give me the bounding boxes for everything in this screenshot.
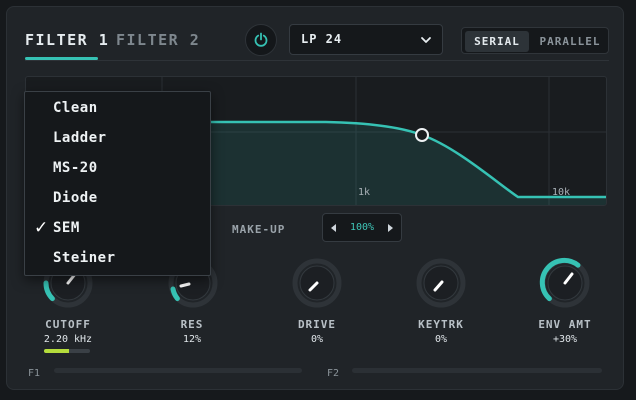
f1-label: F1 bbox=[28, 368, 41, 379]
envamt-value: +30% bbox=[552, 334, 578, 345]
cutoff-meter bbox=[44, 349, 90, 353]
routing-parallel-button[interactable]: PARALLEL bbox=[533, 31, 607, 52]
makeup-stepper[interactable]: 100% bbox=[322, 213, 402, 242]
menu-item-label: Diode bbox=[53, 190, 98, 206]
tab-filter-2[interactable]: FILTER 2 bbox=[116, 31, 200, 49]
cutoff-value: 2.20 kHz bbox=[43, 334, 93, 345]
f2-label: F2 bbox=[327, 368, 340, 379]
drive-label: DRIVE bbox=[297, 318, 337, 331]
routing-serial-button[interactable]: SERIAL bbox=[465, 31, 529, 52]
header-divider bbox=[25, 60, 609, 61]
res-label: RES bbox=[180, 318, 204, 331]
menu-item-label: MS-20 bbox=[53, 160, 98, 176]
makeup-label: MAKE-UP bbox=[232, 223, 286, 236]
menu-item-ladder[interactable]: Ladder bbox=[25, 124, 210, 154]
freq-label-10k: 10k bbox=[552, 187, 570, 198]
menu-item-clean[interactable]: Clean bbox=[25, 94, 210, 124]
cutoff-handle[interactable] bbox=[415, 128, 429, 142]
menu-item-label: SEM bbox=[53, 220, 80, 236]
f1-track[interactable] bbox=[54, 368, 302, 373]
power-icon bbox=[254, 32, 268, 47]
filter-model-menu: Clean Ladder MS-20 Diode ✓ SEM Steiner bbox=[24, 91, 211, 276]
menu-item-steiner[interactable]: Steiner bbox=[25, 244, 210, 274]
drive-knob[interactable] bbox=[290, 256, 344, 310]
routing-toggle: SERIAL PARALLEL bbox=[461, 27, 609, 54]
drive-value: 0% bbox=[310, 334, 324, 345]
menu-item-diode[interactable]: Diode bbox=[25, 184, 210, 214]
menu-item-label: Clean bbox=[53, 100, 98, 116]
checkmark-icon: ✓ bbox=[34, 218, 49, 238]
menu-item-label: Ladder bbox=[53, 130, 107, 146]
menu-item-label: Steiner bbox=[53, 250, 116, 266]
keytrk-value: 0% bbox=[434, 334, 448, 345]
cutoff-label: CUTOFF bbox=[45, 318, 91, 331]
chevron-down-icon bbox=[421, 37, 431, 43]
envamt-label: ENV AMT bbox=[538, 318, 592, 331]
increment-arrow-icon[interactable] bbox=[384, 222, 396, 234]
cutoff-meter-fill bbox=[44, 349, 70, 353]
tab-filter-1[interactable]: FILTER 1 bbox=[25, 31, 109, 49]
freq-label-1k: 1k bbox=[358, 187, 370, 198]
menu-item-sem[interactable]: ✓ SEM bbox=[25, 214, 210, 244]
menu-item-ms-20[interactable]: MS-20 bbox=[25, 154, 210, 184]
keytrk-label: KEYTRK bbox=[418, 318, 464, 331]
f2-track[interactable] bbox=[352, 368, 602, 373]
res-value: 12% bbox=[182, 334, 202, 345]
filter-type-value: LP 24 bbox=[301, 32, 343, 46]
filter-type-select[interactable]: LP 24 bbox=[289, 24, 443, 55]
power-button[interactable] bbox=[245, 24, 277, 56]
keytrk-knob[interactable] bbox=[414, 256, 468, 310]
envamt-knob[interactable] bbox=[538, 256, 592, 310]
